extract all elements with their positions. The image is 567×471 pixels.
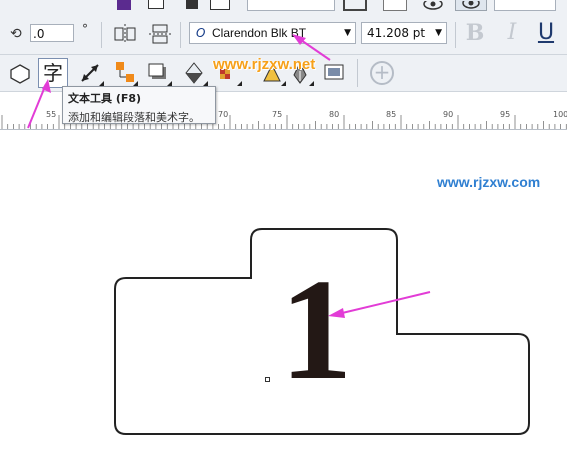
arrow-to-font-select — [292, 34, 331, 61]
arrow-to-text-tool — [27, 79, 51, 129]
arrow-to-digit — [328, 291, 431, 318]
annotation-arrows — [27, 34, 431, 318]
